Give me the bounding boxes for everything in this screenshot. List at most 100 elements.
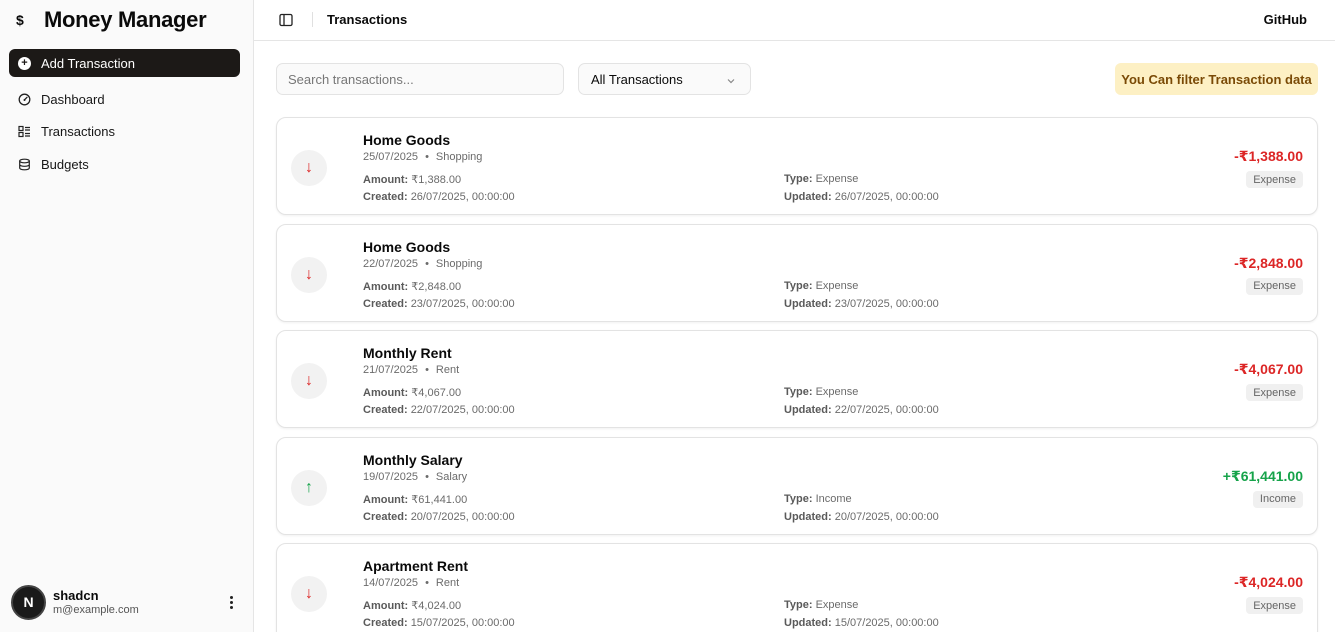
filter-notice: You Can filter Transaction data	[1115, 63, 1318, 95]
transaction-category: Salary	[435, 470, 468, 483]
type-value: Expense	[815, 173, 859, 185]
created-label: Created:	[363, 191, 408, 203]
updated-meta: Updated: 26/07/2025, 00:00:00	[784, 191, 939, 203]
created-value: 23/07/2025, 00:00:00	[410, 297, 515, 310]
transaction-date: 14/07/2025	[363, 577, 419, 589]
transaction-title: Monthly Salary	[363, 451, 463, 468]
user-info: shadcn m@example.com	[53, 588, 221, 617]
search-input[interactable]	[276, 63, 564, 95]
type-label: Type:	[784, 173, 813, 185]
list-icon	[18, 125, 31, 138]
sidebar-item-dashboard[interactable]: Dashboard	[9, 84, 240, 114]
type-badge: Expense	[1246, 384, 1303, 401]
transaction-date: 21/07/2025	[363, 364, 419, 376]
top-bar: Transactions GitHub	[254, 0, 1335, 41]
add-transaction-button[interactable]: + Add Transaction	[9, 49, 240, 77]
transaction-card[interactable]: ↓ Monthly Rent 21/07/2025 • Rent Amount: ₹…	[276, 330, 1318, 428]
arrow-down-icon: ↓	[291, 256, 327, 293]
arrow-down-icon: ↓	[291, 150, 327, 186]
brand: $ Money Manager	[0, 0, 253, 40]
transaction-title: Monthly Rent	[363, 345, 452, 361]
github-link[interactable]: GitHub	[1264, 12, 1307, 27]
created-meta: Created: 22/07/2025, 00:00:00	[363, 404, 515, 416]
sidebar-item-label: Dashboard	[41, 91, 105, 107]
sidebar-toggle-icon[interactable]	[278, 12, 294, 28]
transaction-category: Shopping	[435, 151, 483, 163]
type-label: Type:	[784, 599, 813, 611]
more-vertical-icon[interactable]	[221, 595, 241, 609]
created-label: Created:	[363, 510, 408, 523]
updated-meta: Updated: 23/07/2025, 00:00:00	[784, 298, 939, 310]
amount-value: ₹4,024.00	[411, 600, 462, 612]
type-badge: Expense	[1246, 597, 1303, 614]
amount-value: ₹2,848.00	[411, 280, 462, 293]
updated-label: Updated:	[784, 404, 832, 416]
separator: •	[425, 151, 429, 163]
type-meta: Type: Expense	[784, 280, 858, 292]
transaction-title: Home Goods	[363, 238, 451, 255]
arrow-down-icon: ↓	[291, 363, 327, 399]
amount-meta: Amount: ₹4,024.00	[363, 599, 461, 612]
created-label: Created:	[363, 297, 408, 310]
updated-value: 15/07/2025, 00:00:00	[834, 617, 939, 629]
user-profile[interactable]: N shadcn m@example.com	[11, 584, 241, 620]
transaction-amount: +₹61,441.00	[1222, 467, 1303, 484]
avatar: N	[11, 584, 46, 620]
amount-meta: Amount: ₹2,848.00	[363, 280, 461, 293]
amount-label: Amount:	[363, 387, 409, 399]
amount-label: Amount:	[363, 600, 409, 612]
transaction-subtitle: 19/07/2025 • Salary	[363, 471, 467, 483]
select-value: All Transactions	[591, 71, 683, 87]
main-content: Transactions GitHub All Transactions You…	[254, 0, 1335, 632]
amount-meta: Amount: ₹61,441.00	[363, 493, 467, 506]
transaction-category: Shopping	[435, 257, 483, 270]
transaction-category: Rent	[435, 577, 460, 589]
separator: •	[425, 470, 429, 483]
type-label: Type:	[784, 279, 813, 292]
transaction-card[interactable]: ↓ Home Goods 22/07/2025 • Shopping Amount:…	[276, 223, 1318, 322]
transaction-list: ↓ Home Goods 25/07/2025 • Shopping Amount:…	[276, 117, 1318, 632]
separator: •	[425, 257, 429, 270]
updated-value: 22/07/2025, 00:00:00	[834, 404, 939, 416]
transaction-date: 25/07/2025	[363, 151, 419, 163]
transaction-title: Apartment Rent	[363, 558, 469, 574]
sidebar-item-label: Budgets	[41, 156, 89, 172]
updated-label: Updated:	[784, 510, 832, 523]
updated-meta: Updated: 22/07/2025, 00:00:00	[784, 404, 939, 416]
created-meta: Created: 26/07/2025, 00:00:00	[363, 191, 515, 203]
sidebar-item-budgets[interactable]: Budgets	[9, 149, 240, 179]
divider	[312, 12, 313, 27]
amount-meta: Amount: ₹1,388.00	[363, 173, 461, 186]
transaction-title: Home Goods	[363, 132, 451, 148]
sidebar-item-transactions[interactable]: Transactions	[9, 117, 240, 147]
created-meta: Created: 15/07/2025, 00:00:00	[363, 617, 515, 629]
transaction-subtitle: 22/07/2025 • Shopping	[363, 258, 482, 270]
app-title: Money Manager	[44, 7, 207, 32]
amount-value: ₹4,067.00	[411, 387, 462, 399]
transaction-subtitle: 25/07/2025 • Shopping	[363, 151, 482, 163]
updated-meta: Updated: 15/07/2025, 00:00:00	[784, 617, 939, 629]
transaction-type-select[interactable]: All Transactions	[578, 63, 751, 95]
updated-value: 26/07/2025, 00:00:00	[834, 191, 939, 203]
created-label: Created:	[363, 617, 408, 629]
amount-label: Amount:	[363, 174, 409, 186]
updated-value: 20/07/2025, 00:00:00	[834, 510, 939, 523]
amount-value: ₹61,441.00	[411, 493, 468, 506]
database-icon	[18, 158, 31, 171]
page-title: Transactions	[327, 12, 408, 27]
updated-label: Updated:	[784, 297, 832, 310]
type-value: Expense	[815, 599, 859, 611]
transaction-date: 19/07/2025	[363, 470, 419, 483]
transaction-subtitle: 14/07/2025 • Rent	[363, 577, 459, 589]
transaction-card[interactable]: ↓ Apartment Rent 14/07/2025 • Rent Amount:…	[276, 543, 1318, 632]
transaction-card[interactable]: ↑ Monthly Salary 19/07/2025 • Salary Amoun…	[276, 436, 1318, 535]
dollar-icon: $	[16, 12, 24, 28]
transaction-card[interactable]: ↓ Home Goods 25/07/2025 • Shopping Amount:…	[276, 117, 1318, 215]
type-label: Type:	[784, 386, 813, 398]
transaction-amount: -₹4,067.00	[1234, 361, 1303, 377]
created-value: 15/07/2025, 00:00:00	[410, 617, 515, 629]
created-label: Created:	[363, 404, 408, 416]
separator: •	[425, 577, 429, 589]
transaction-category: Rent	[435, 364, 460, 376]
user-name: shadcn	[53, 587, 99, 603]
